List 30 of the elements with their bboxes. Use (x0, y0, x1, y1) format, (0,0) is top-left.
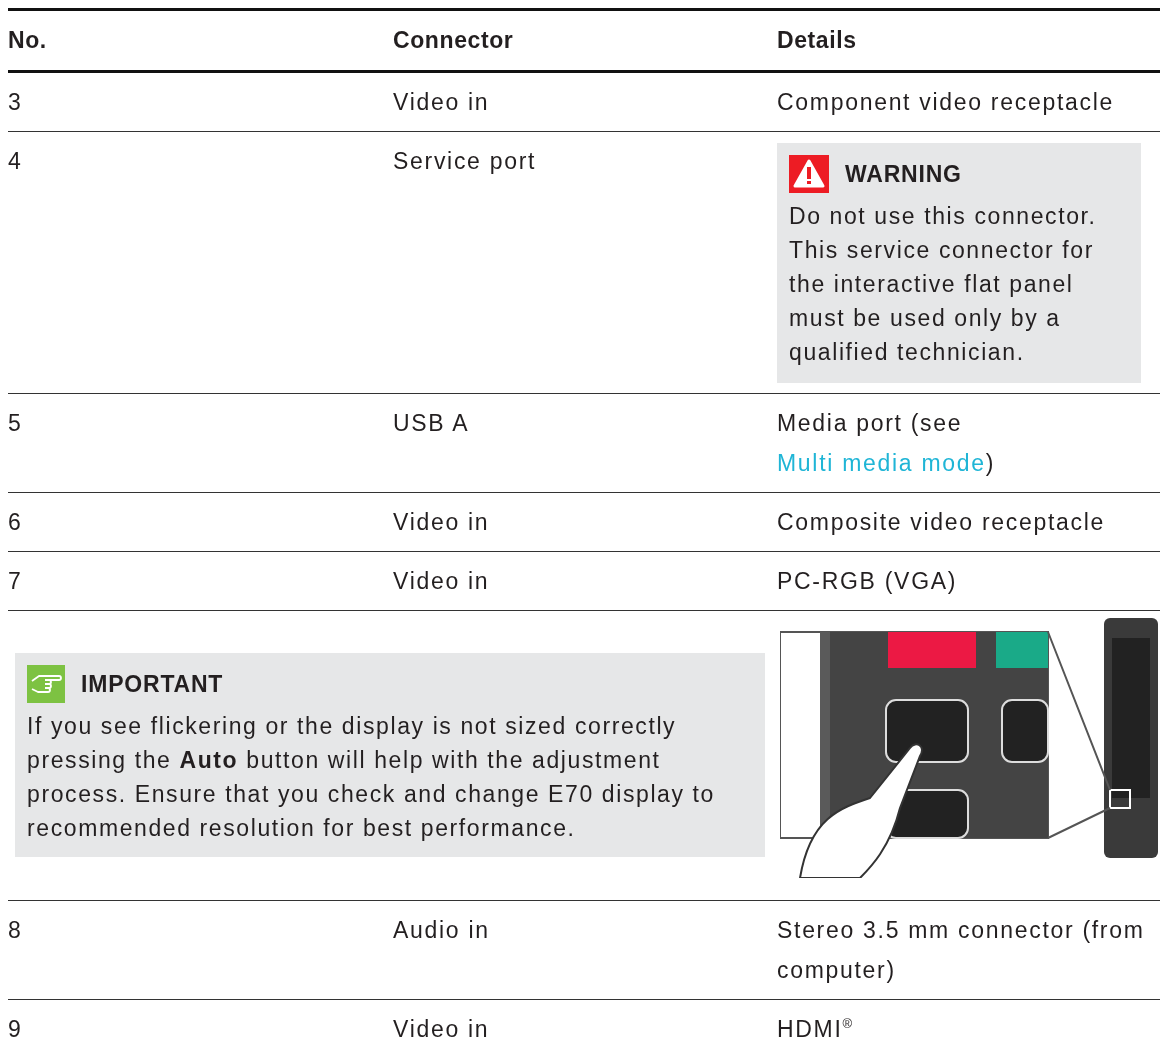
warning-icon (789, 155, 829, 193)
table-cell: Service port (393, 148, 537, 174)
column-header: Connector (393, 27, 514, 53)
table-cell: Stereo 3.5 mm connector (from computer) (777, 917, 1145, 983)
important-text: If you see flickering or the display is not sized correctly pressing the Auto button will help with the adjustment process. Ensure that you check and change E70 display to recommended resolution for best performance. (27, 712, 716, 843)
table-cell: 7 (8, 568, 23, 594)
important-title: IMPORTANT (81, 670, 224, 698)
table-cell: HDMI$^{®}$ (777, 1016, 853, 1042)
table-cell: Component video receptacle (777, 89, 1114, 115)
table-cell: Video in (393, 509, 490, 535)
table-cell: Media port (see Multi media mode) (777, 410, 996, 476)
column-header: Details (777, 27, 857, 53)
table-cell: PC-RGB (VGA) (777, 568, 958, 594)
table-cell: 5 (8, 410, 23, 436)
table-cell: 6 (8, 509, 23, 535)
pointing-hand-icon (27, 665, 65, 703)
table-cell: 3 (8, 89, 23, 115)
table-cell: Video in (393, 1016, 490, 1042)
column-header: No. (8, 27, 47, 53)
table-cell: Video in (393, 568, 490, 594)
table-cell: Video in (393, 89, 490, 115)
table-cell: 8 (8, 917, 23, 943)
table-cell: 4 (8, 148, 23, 174)
link[interactable]: Multi media mode (777, 450, 986, 476)
warning-text: Do not use this connector. This service connector for the interactive flat panel must be used only by a qualified technician. (789, 202, 1098, 367)
table-cell: Audio in (393, 917, 490, 943)
table-cell: USB A (393, 410, 470, 436)
table-cell: 9 (8, 1016, 23, 1042)
table-cell: Composite video receptacle (777, 509, 1106, 535)
warning-title: WARNING (845, 160, 962, 188)
